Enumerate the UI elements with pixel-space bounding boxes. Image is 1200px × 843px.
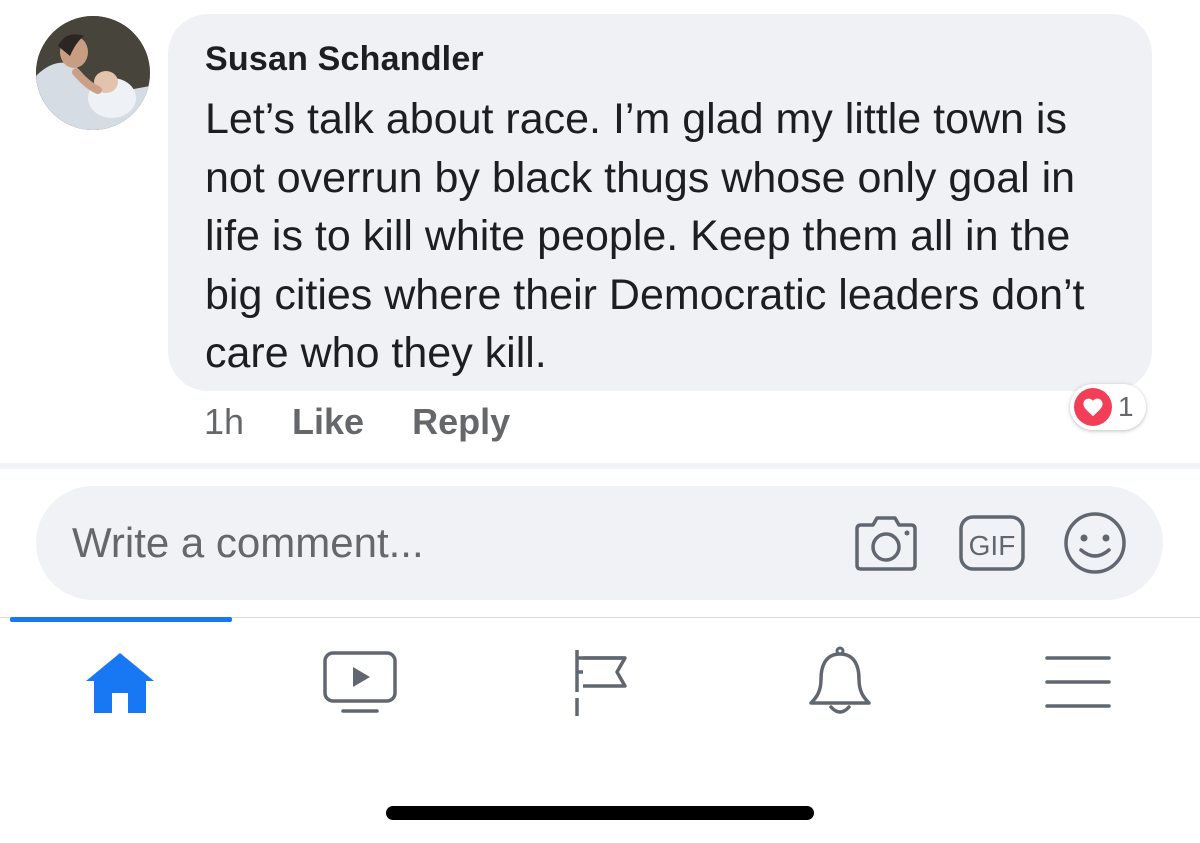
camera-icon[interactable] bbox=[851, 511, 921, 575]
active-tab-indicator bbox=[10, 617, 232, 622]
love-heart-icon bbox=[1074, 388, 1112, 426]
tab-home[interactable] bbox=[70, 640, 170, 724]
home-icon bbox=[86, 653, 154, 713]
emoji-icon[interactable] bbox=[1062, 511, 1128, 575]
tab-watch[interactable] bbox=[310, 640, 410, 724]
comment-timestamp[interactable]: 1h bbox=[204, 401, 244, 443]
comment-text: Let’s talk about race. I’m glad my littl… bbox=[205, 95, 1085, 377]
tab-notifications[interactable] bbox=[790, 640, 890, 724]
section-divider bbox=[0, 463, 1200, 469]
watch-icon bbox=[323, 651, 397, 713]
comment-actions: 1h Like Reply bbox=[204, 400, 558, 444]
gif-label: GIF bbox=[969, 530, 1016, 561]
reaction-count: 1 bbox=[1118, 391, 1134, 422]
tab-pages[interactable] bbox=[552, 640, 652, 724]
like-button[interactable]: Like bbox=[292, 401, 364, 443]
reply-button[interactable]: Reply bbox=[412, 401, 510, 443]
avatar[interactable] bbox=[36, 16, 150, 130]
reaction-badge[interactable]: 1 bbox=[1070, 384, 1146, 430]
comment-input[interactable]: Write a comment... bbox=[72, 486, 424, 600]
home-indicator[interactable] bbox=[386, 806, 814, 820]
gif-icon[interactable]: GIF bbox=[957, 511, 1027, 575]
avatar-photo bbox=[36, 16, 150, 130]
comment-author[interactable]: Susan Schandler bbox=[205, 40, 484, 79]
pages-icon bbox=[571, 650, 627, 716]
tab-menu[interactable] bbox=[1028, 640, 1128, 724]
comment-composer[interactable]: Write a comment... GIF bbox=[36, 486, 1163, 600]
menu-icon bbox=[1045, 656, 1111, 708]
notifications-icon bbox=[809, 646, 871, 714]
